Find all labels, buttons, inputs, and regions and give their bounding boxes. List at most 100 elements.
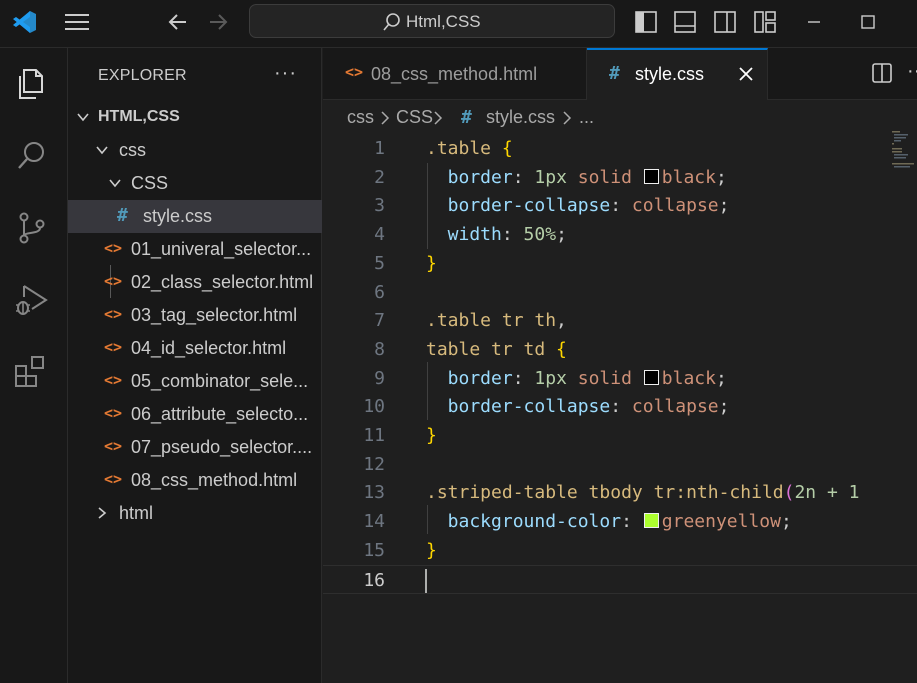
minimize-icon[interactable] [802, 10, 826, 34]
tree-folder-html[interactable]: html [68, 497, 322, 530]
activity-bar [0, 48, 68, 683]
tree-folder-css[interactable]: css [68, 134, 322, 167]
search-icon [383, 13, 400, 31]
tab-08-css-method[interactable]: <> 08_css_method.html [323, 48, 587, 100]
toggle-sidebar-icon[interactable] [634, 10, 658, 34]
code-token: { [556, 338, 567, 360]
code-text: border-collapse: collapse; [426, 195, 730, 217]
tree-label: CSS [131, 173, 169, 193]
code-token: .table [426, 138, 502, 159]
menu-icon[interactable] [62, 10, 92, 34]
tree-label: 02_class_selector.html [131, 272, 314, 292]
line-number: 2 [374, 166, 385, 188]
close-icon[interactable] [735, 63, 757, 85]
tree-file-style-css[interactable]: # style.css [68, 200, 322, 233]
maximize-icon[interactable] [856, 10, 880, 34]
code-token: collapse [631, 396, 719, 418]
css-file-icon: # [117, 205, 128, 226]
line-number: 4 [374, 224, 385, 246]
breadcrumb-item-style-css[interactable]: style.css [486, 107, 555, 128]
minimap[interactable] [890, 130, 917, 170]
code-line[interactable]: 4 width: 50%; [323, 220, 917, 249]
tree-file-html[interactable]: <> 04_id_selector.html [68, 332, 322, 365]
more-actions-icon[interactable]: ··· [274, 62, 297, 85]
tree-file-html[interactable]: <> 07_pseudo_selector.... [68, 431, 322, 464]
code-line[interactable]: 14 background-color: greenyellow; [323, 507, 917, 536]
chevron-down-icon [96, 146, 108, 155]
color-swatch[interactable] [643, 513, 659, 529]
tree-file-html[interactable]: <> 06_attribute_selecto... [68, 398, 322, 431]
code-line[interactable]: 15} [323, 536, 917, 565]
code-token: } [426, 539, 437, 561]
tree-label: css [119, 140, 146, 160]
color-swatch[interactable] [643, 369, 659, 385]
code-line[interactable]: 3 border-collapse: collapse; [323, 191, 917, 220]
line-number: 8 [374, 338, 385, 360]
html-file-icon: <> [104, 404, 123, 422]
code-line[interactable]: 5} [323, 249, 917, 278]
html-file-icon: <> [104, 272, 123, 290]
breadcrumb-item-css[interactable]: css [347, 107, 374, 128]
code-token: .table tr th [426, 310, 557, 332]
chevron-down-icon [77, 113, 89, 122]
code-token: 1px [534, 367, 567, 389]
tree-file-html[interactable]: <> 03_tag_selector.html [68, 299, 322, 332]
back-arrow-icon[interactable] [164, 8, 192, 36]
code-line[interactable]: 12 [323, 450, 917, 479]
extensions-icon[interactable] [12, 352, 52, 392]
html-file-icon: <> [104, 371, 123, 389]
code-text: border: 1px solid black; [426, 368, 727, 389]
tree-file-html[interactable]: <> 02_class_selector.html [68, 266, 322, 299]
code-line[interactable]: 13 .striped-table tbody tr:nth-child(2n +… [323, 478, 917, 507]
line-number: 16 [363, 569, 385, 591]
code-line[interactable]: 11} [323, 421, 917, 450]
search-icon[interactable] [12, 136, 52, 176]
chevron-right-icon [434, 111, 443, 125]
code-token: table tr td [426, 338, 557, 360]
chevron-right-icon [381, 111, 390, 125]
toggle-secondary-sidebar-icon[interactable] [713, 10, 737, 34]
tree-folder-CSS[interactable]: CSS [68, 167, 322, 200]
code-line[interactable]: 2 border: 1px solid black; [323, 163, 917, 192]
tree-file-html[interactable]: <> 05_combinator_sele... [68, 365, 322, 398]
code-editor[interactable]: 1 .table {2 border: 1px solid black; 3 bor… [323, 134, 917, 683]
breadcrumb-item-symbols[interactable]: ... [579, 107, 594, 128]
command-center-search[interactable]: Html,CSS [249, 4, 615, 38]
code-text: table tr td { [426, 339, 567, 360]
color-swatch[interactable] [643, 168, 659, 184]
code-token: : [512, 166, 535, 188]
more-actions-icon[interactable]: ··· [907, 60, 917, 83]
code-text: border-collapse: collapse; [426, 396, 730, 418]
split-editor-icon[interactable] [871, 62, 893, 84]
tab-style-css[interactable]: # style.css [587, 48, 768, 100]
css-file-icon: # [609, 63, 620, 84]
code-line[interactable]: 16 [323, 564, 917, 594]
tree-label: 07_pseudo_selector.... [131, 437, 313, 457]
code-line[interactable]: 7 .table tr th, [323, 306, 917, 335]
code-line[interactable]: 1 .table { [323, 134, 917, 163]
code-line[interactable]: 10 border-collapse: collapse; [323, 392, 917, 421]
customize-layout-icon[interactable] [753, 10, 777, 34]
code-line[interactable]: 9 border: 1px solid black; [323, 364, 917, 393]
line-number: 3 [374, 195, 385, 217]
tab-label: 08_css_method.html [371, 64, 538, 84]
code-text: background-color: greenyellow; [426, 511, 792, 532]
code-line[interactable]: 8 table tr td { [323, 335, 917, 364]
breadcrumb: css CSS # style.css ... [323, 100, 917, 134]
text-cursor [425, 568, 427, 593]
tree-file-html[interactable]: <> 01_univeral_selector... [68, 233, 322, 266]
breadcrumb-item-CSS[interactable]: CSS [396, 107, 433, 128]
tree-file-html[interactable]: <> 08_css_method.html [68, 464, 322, 497]
run-debug-icon[interactable] [12, 280, 52, 320]
line-number: 6 [374, 281, 385, 303]
tree-folder-root[interactable]: HTML,CSS [68, 101, 322, 134]
explorer-icon[interactable] [12, 64, 52, 104]
code-token: : [610, 195, 632, 217]
line-number: 13 [363, 482, 385, 504]
code-line[interactable]: 6 [323, 278, 917, 307]
source-control-icon[interactable] [12, 208, 52, 248]
code-token: border [426, 367, 513, 389]
code-token: } [426, 425, 437, 446]
toggle-panel-icon[interactable] [673, 10, 697, 34]
code-token: width [426, 224, 502, 246]
